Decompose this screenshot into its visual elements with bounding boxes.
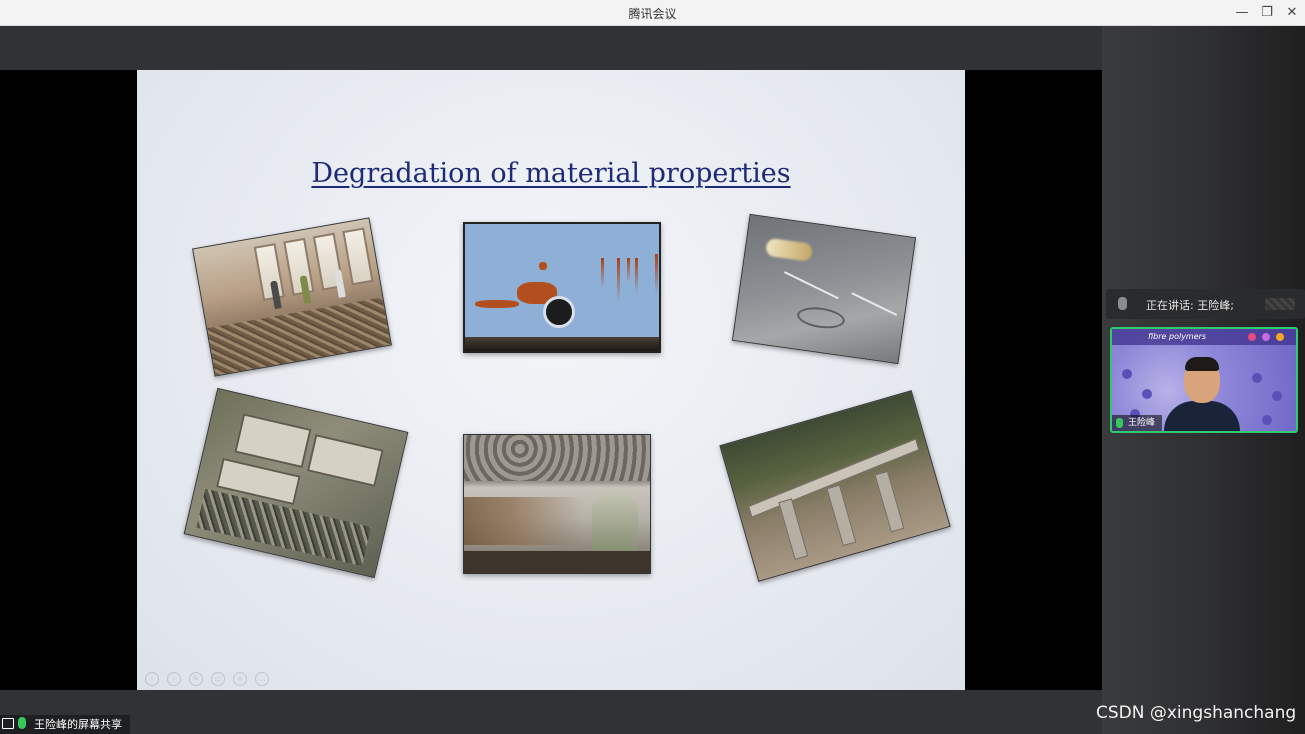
dot-icon	[1248, 333, 1256, 341]
tunnel-ceiling	[464, 435, 650, 481]
share-bottom-bar	[0, 690, 1102, 734]
molecule-node	[1252, 373, 1262, 383]
screen-icon	[2, 718, 14, 729]
photo-road-car	[731, 213, 917, 365]
next-slide-icon[interactable]: ›	[167, 672, 181, 686]
molecule-node	[1122, 369, 1132, 379]
bridge-pier	[778, 498, 809, 560]
share-canvas[interactable]: Degradation of material properties ‹ › ✎…	[0, 70, 1102, 690]
debris	[207, 297, 391, 376]
photo-rusty-panel	[463, 222, 661, 353]
share-label-text: 王险峰的屏幕共享	[34, 718, 122, 731]
mic-icon	[1116, 418, 1123, 428]
speaking-indicator: 正在讲话: 王险峰;	[1106, 289, 1305, 319]
slide-title: Degradation of material properties	[311, 158, 791, 189]
molecule-node	[1262, 415, 1272, 425]
share-top-bar	[0, 26, 1102, 70]
dot-icon	[1276, 333, 1284, 341]
lane-marking	[784, 271, 839, 300]
scorch-mark	[464, 497, 584, 545]
window-titlebar: 腾讯会议 — ❐ ✕	[0, 0, 1305, 26]
rust-spot	[475, 300, 519, 308]
photo-burnt-tunnel	[463, 434, 651, 574]
molecule-node	[1272, 391, 1282, 401]
presentation-slide: Degradation of material properties ‹ › ✎…	[137, 70, 965, 690]
speaking-text: 正在讲话: 王险峰;	[1146, 299, 1234, 312]
slide-toolbar: ‹ › ✎ ▭ + …	[145, 672, 269, 686]
mic-icon	[18, 717, 26, 729]
mic-icon	[1118, 297, 1127, 310]
zoom-icon[interactable]: +	[233, 672, 247, 686]
participant-video-tile[interactable]: fibre polymers 王险峰	[1110, 327, 1298, 433]
lane-marking	[851, 292, 898, 317]
car-blur	[765, 237, 814, 262]
rust-spot	[539, 262, 547, 270]
screen-share-label: 王险峰的屏幕共享	[0, 715, 130, 734]
window-shape	[253, 243, 285, 302]
minimize-button[interactable]: —	[1231, 3, 1253, 23]
bridge-pier	[826, 484, 857, 547]
pen-icon[interactable]: ✎	[189, 672, 203, 686]
participant-name-tag: 王险峰	[1112, 415, 1162, 431]
maximize-button[interactable]: ❐	[1256, 3, 1278, 23]
highlighter-icon[interactable]: ▭	[211, 672, 225, 686]
participant-body	[1164, 401, 1240, 431]
participant-hair	[1185, 357, 1219, 371]
porthole	[543, 296, 575, 328]
window-shape	[342, 227, 374, 286]
road-patch	[795, 304, 847, 332]
bridge-pier	[874, 470, 905, 533]
watermark: CSDN @xingshanchang	[1096, 703, 1297, 723]
window-title: 腾讯会议	[628, 7, 677, 21]
participants-panel: 正在讲话: 王险峰; fibre polymers 王险峰	[1102, 26, 1305, 734]
rust-drip	[601, 258, 604, 288]
rust-drip	[627, 258, 630, 282]
more-icon[interactable]: …	[255, 672, 269, 686]
rust-drip	[635, 258, 638, 294]
prev-slide-icon[interactable]: ‹	[145, 672, 159, 686]
photo-debris-room	[192, 217, 392, 377]
close-button[interactable]: ✕	[1281, 3, 1303, 23]
roof	[234, 413, 312, 469]
molecule-node	[1142, 389, 1152, 399]
panel-strip	[465, 337, 659, 351]
person-figure	[334, 269, 346, 298]
rust-drip	[617, 258, 620, 302]
screen-share-area: Degradation of material properties ‹ › ✎…	[0, 26, 1102, 734]
tunnel-floor	[464, 551, 650, 573]
participant-name: 王险峰	[1128, 418, 1156, 428]
drag-handle-icon[interactable]	[1265, 298, 1295, 310]
rust-drip	[655, 254, 658, 294]
dot-icon	[1262, 333, 1270, 341]
window-shape	[283, 237, 315, 296]
photo-collapsed-building	[183, 387, 409, 579]
photo-bridge-collapse	[719, 390, 951, 582]
roof	[306, 434, 384, 487]
